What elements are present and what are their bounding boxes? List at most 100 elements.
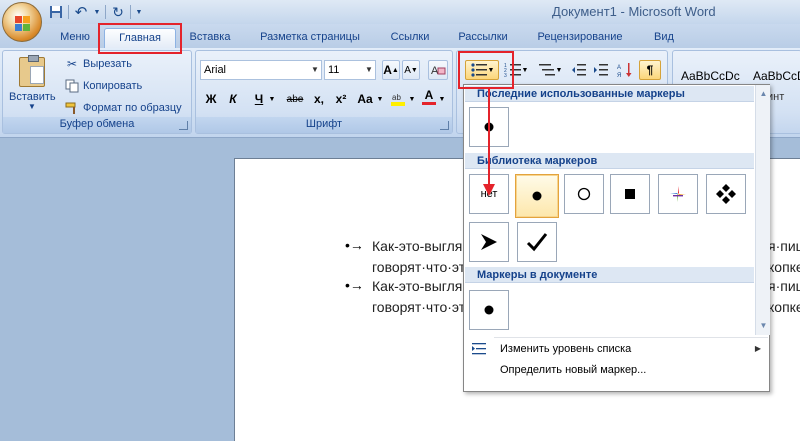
change-case-dropdown-icon[interactable]: ▼ xyxy=(376,89,384,109)
paste-button[interactable]: Вставить ▼ xyxy=(9,55,56,115)
multilevel-dropdown-icon: ▼ xyxy=(555,66,563,74)
increase-indent-icon xyxy=(594,64,608,76)
document-text-line: я·пиш xyxy=(768,278,800,294)
tab-view[interactable]: Вид xyxy=(644,28,684,48)
superscript-button[interactable]: x² xyxy=(332,89,350,109)
numbering-button[interactable]: 123 ▼ xyxy=(501,60,531,80)
chevron-down-icon: ▼ xyxy=(365,65,373,74)
change-case-button[interactable]: Aa xyxy=(354,89,376,109)
document-text-line: говорят·что·эт xyxy=(372,299,466,315)
four-color-star-bullet-icon xyxy=(670,186,686,202)
highlight-dropdown-icon[interactable]: ▼ xyxy=(408,89,416,109)
checkmark-bullet-icon xyxy=(526,233,548,252)
increase-indent-button[interactable] xyxy=(591,60,611,80)
sort-button[interactable]: AЯ xyxy=(615,60,635,80)
strikethrough-button[interactable]: abe xyxy=(282,89,308,109)
tab-review[interactable]: Рецензирование xyxy=(530,28,630,48)
font-color-swatch xyxy=(422,102,436,105)
bullets-dropdown-icon: ▼ xyxy=(487,66,495,74)
bullet-library-header: Библиотека маркеров xyxy=(465,153,754,169)
office-logo-icon xyxy=(15,16,30,31)
document-text-line: Как-это-выгля xyxy=(372,278,463,294)
clear-format-button[interactable]: A xyxy=(428,60,448,80)
underline-dropdown-icon[interactable]: ▼ xyxy=(268,89,276,109)
tab-page-layout[interactable]: Разметка страницы xyxy=(250,28,370,48)
font-name-select[interactable]: Arial ▼ xyxy=(200,60,322,80)
change-list-level-item[interactable]: Изменить уровень списка ▶ xyxy=(465,338,769,360)
copy-label: Копировать xyxy=(83,80,143,92)
panel-scrollbar[interactable]: ▲ ▼ xyxy=(755,85,770,335)
subscript-button[interactable]: x, xyxy=(310,89,328,109)
arrowhead-bullet-icon xyxy=(481,234,497,250)
define-new-bullet-label: Определить новый маркер... xyxy=(500,364,647,376)
title-bar: ↶ ▼ ↻ ▼ Документ1 - Microsoft Word xyxy=(0,0,800,24)
scroll-down-icon[interactable]: ▼ xyxy=(759,321,768,330)
scissors-icon: ✂ xyxy=(66,57,78,71)
font-launcher-icon[interactable] xyxy=(440,121,449,130)
shrink-font-button[interactable]: A ▼ xyxy=(402,60,420,80)
font-size-value: 11 xyxy=(328,64,340,76)
numbering-dropdown-icon: ▼ xyxy=(521,66,529,74)
font-group: Arial ▼ 11 ▼ A ▲ A ▼ A Ж К Ч ▼ abe x, x² A… xyxy=(195,50,453,134)
bullet-hollow-circle[interactable] xyxy=(564,174,604,214)
font-color-button[interactable]: A xyxy=(420,87,438,107)
diamond-cluster-bullet-icon xyxy=(716,184,736,204)
tab-menu[interactable]: Меню xyxy=(50,28,100,48)
cut-button[interactable]: ✂ Вырезать xyxy=(65,55,132,73)
save-icon[interactable] xyxy=(48,4,64,20)
font-name-value: Arial xyxy=(204,64,227,76)
annotation-arrow xyxy=(483,88,495,196)
bullets-button[interactable]: ▼ xyxy=(465,60,499,80)
scroll-up-icon[interactable]: ▲ xyxy=(759,89,768,98)
bullet-checkmark[interactable] xyxy=(517,222,557,262)
svg-text:ab: ab xyxy=(392,93,401,102)
undo-icon[interactable]: ↶ xyxy=(73,4,89,21)
copy-button[interactable]: Копировать xyxy=(65,77,142,95)
toolbar-separator xyxy=(68,5,69,19)
tab-insert[interactable]: Вставка xyxy=(180,28,240,48)
office-button[interactable] xyxy=(2,2,42,42)
customize-arrow-icon[interactable]: ▼ xyxy=(135,4,143,20)
tab-references[interactable]: Ссылки xyxy=(382,28,438,48)
bullet-filled-square[interactable] xyxy=(610,174,650,214)
underline-button[interactable]: Ч xyxy=(250,89,268,109)
style-no-spacing[interactable]: AaBbCcDc xyxy=(753,69,800,83)
brush-icon xyxy=(65,101,79,115)
format-painter-label: Формат по образцу xyxy=(83,102,182,114)
define-new-bullet-item[interactable]: Определить новый маркер... xyxy=(465,359,769,381)
list-bullet: •→ xyxy=(345,237,364,253)
decrease-indent-button[interactable] xyxy=(569,60,589,80)
document-bullets-header: Маркеры в документе xyxy=(465,267,754,283)
multilevel-list-icon xyxy=(538,64,555,76)
toolbar-separator xyxy=(105,5,106,19)
style-normal[interactable]: AaBbCcDc xyxy=(681,69,740,83)
clipboard-launcher-icon[interactable] xyxy=(179,121,188,130)
highlight-button[interactable]: ab xyxy=(388,89,408,109)
svg-text:Я: Я xyxy=(617,73,621,78)
list-bullet: •→ xyxy=(345,277,364,293)
tab-home[interactable]: Главная xyxy=(104,28,176,48)
sort-az-icon: AЯ xyxy=(617,63,632,78)
grow-font-button[interactable]: A ▲ xyxy=(382,60,400,80)
undo-dropdown-icon[interactable]: ▼ xyxy=(93,4,101,20)
format-painter-button[interactable]: Формат по образцу xyxy=(65,99,182,117)
bullet-diamond-cluster[interactable] xyxy=(706,174,746,214)
document-text-line: я·пиш xyxy=(768,238,800,254)
document-bullet-dot[interactable] xyxy=(469,290,509,330)
font-color-label: A xyxy=(424,88,434,102)
bullet-arrowhead[interactable] xyxy=(469,222,509,262)
bullet-filled-circle[interactable] xyxy=(515,174,559,218)
font-color-dropdown-icon[interactable]: ▼ xyxy=(438,89,446,109)
redo-icon[interactable]: ↻ xyxy=(110,4,126,20)
svg-text:3: 3 xyxy=(504,73,507,78)
bold-button[interactable]: Ж xyxy=(202,89,220,109)
hollow-circle-bullet-icon xyxy=(577,187,591,201)
document-text-line: Как-это-выгля xyxy=(372,238,463,254)
bullet-color-star[interactable] xyxy=(658,174,698,214)
tab-mailings[interactable]: Рассылки xyxy=(452,28,514,48)
font-size-select[interactable]: 11 ▼ xyxy=(324,60,376,80)
chevron-down-icon: ▼ xyxy=(311,65,319,74)
show-formatting-button[interactable]: ¶ xyxy=(639,60,661,80)
italic-button[interactable]: К xyxy=(224,89,242,109)
multilevel-list-button[interactable]: ▼ xyxy=(535,60,565,80)
